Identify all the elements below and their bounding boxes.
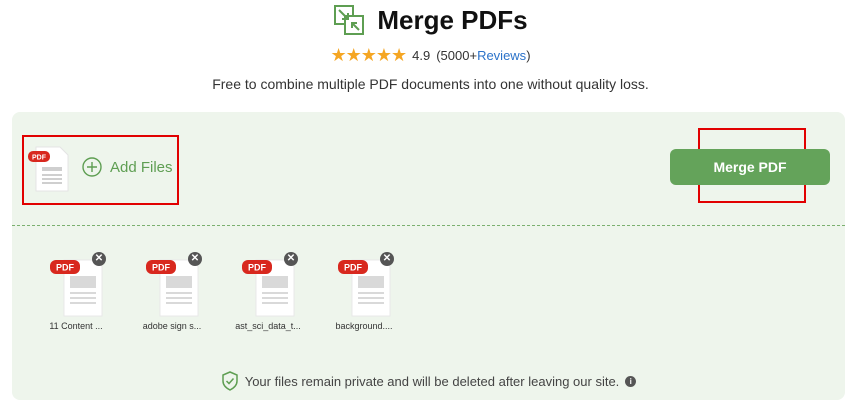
file-badge: PDF (56, 263, 75, 273)
merge-arrows-icon (334, 5, 365, 35)
merge-pdf-button[interactable]: Merge PDF (670, 149, 830, 185)
rating-stars-icon: ★★★★★ (330, 45, 407, 65)
file-name: 11 Content ... (49, 321, 103, 331)
file-name: ast_sci_data_t... (235, 321, 301, 331)
remove-file-icon[interactable]: ✕ (380, 252, 394, 266)
rating-count-prefix: (5000+ (436, 47, 478, 63)
plus-circle-icon (82, 157, 102, 177)
shield-check-icon (221, 371, 238, 391)
file-name: adobe sign s... (142, 321, 202, 331)
privacy-text: Your files remain private and will be de… (244, 373, 620, 389)
remove-file-icon[interactable]: ✕ (92, 252, 106, 266)
title-row: Merge PDFs (0, 4, 861, 36)
file-badge: PDF (344, 263, 363, 273)
pdf-document-icon: PDF (28, 146, 69, 192)
page-title: Merge PDFs (377, 4, 528, 35)
add-files-label: Add Files (110, 159, 173, 176)
rating-count-suffix: ) (526, 47, 531, 63)
file-name: background.... (335, 321, 393, 331)
file-badge: PDF (152, 263, 171, 273)
remove-file-icon[interactable]: ✕ (188, 252, 202, 266)
panel-divider (12, 225, 845, 226)
rating-value: 4.9 (412, 47, 431, 63)
rating-count: (5000+Reviews) (436, 48, 530, 63)
file-badge: PDF (248, 263, 267, 273)
rating-row: ★★★★★ 4.9 (5000+Reviews) (0, 46, 861, 64)
info-icon[interactable]: i (625, 375, 637, 387)
add-files-button[interactable]: PDF Add Files (22, 135, 179, 205)
upload-panel: PDF Add Files Merge PDF PDF ✕ 11 Content… (12, 112, 845, 400)
pdf-badge: PDF (32, 155, 47, 162)
remove-file-icon[interactable]: ✕ (284, 252, 298, 266)
privacy-notice: Your files remain private and will be de… (12, 371, 845, 391)
page-subtitle: Free to combine multiple PDF documents i… (212, 76, 649, 92)
reviews-link[interactable]: Reviews (477, 48, 526, 63)
